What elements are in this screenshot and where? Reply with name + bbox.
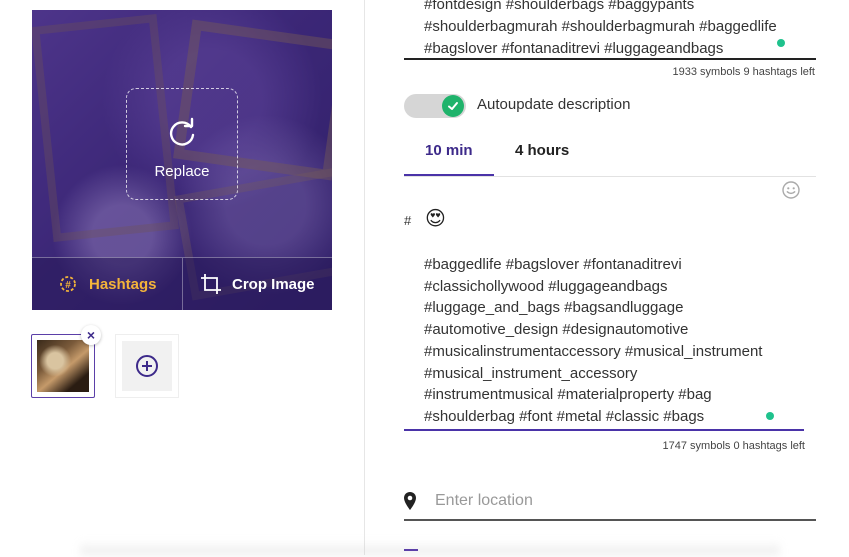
autoupdate-toggle[interactable] [404,94,466,118]
add-image-area [122,341,172,391]
post-line: #classichollywood #luggageandbags [424,277,668,295]
thumbnail-image [37,340,89,392]
emoji-picker-icon[interactable] [782,181,800,199]
post-line: #musicalinstrumentaccessory #musical_ins… [424,342,763,360]
post-line: #shoulderbag #font #metal #classic #bags [424,407,705,425]
location-pin-icon [404,492,416,510]
status-dot [766,412,774,420]
tab-10-min[interactable]: 10 min [425,142,473,159]
description-textarea[interactable]: #fontdesign #shoulderbags #baggypants #s… [424,0,804,60]
crop-icon [200,274,221,294]
hashtags-button[interactable]: # Hashtags [32,258,182,310]
remove-thumbnail-button[interactable]: × [81,325,101,345]
check-icon [448,102,458,110]
location-underline [404,519,816,521]
post-line: #automotive_design #designautomotive [424,321,689,339]
post-line: #musical_instrument_accessory [424,364,638,382]
post-line: #luggage_and_bags #bagsandluggage [424,299,684,317]
post-line: #instrumentmusical #materialproperty #ba… [424,386,712,404]
media-panel: Replace # Hashtags Crop Image × [0,0,365,555]
post-textarea[interactable]: #baggedlife #bagslover #fontanaditrevi #… [424,254,804,428]
hashtags-label: Hashtags [88,275,157,293]
image-action-bar: # Hashtags Crop Image [32,257,332,310]
replace-icon [169,117,195,146]
description-line: #bagslover #fontanaditrevi #luggageandba… [424,40,724,57]
description-line: #shoulderbagmurah #shoulderbagmurah #bag… [424,18,777,35]
replace-button[interactable]: Replace [126,88,238,200]
svg-text:#: # [65,280,71,291]
autoupdate-label: Autoupdate description [477,96,631,113]
image-preview: Replace # Hashtags Crop Image [32,10,332,310]
panel-divider [364,0,365,555]
add-image-button[interactable] [115,334,179,398]
calendar-icon [404,549,418,557]
crop-image-button[interactable]: Crop Image [181,258,333,310]
crop-image-label: Crop Image [231,275,315,293]
post-counter: 1747 symbols 0 hashtags left [662,440,805,452]
interval-tabs: 10 min 4 hours [404,134,816,177]
description-counter: 1933 symbols 9 hashtags left [672,66,815,78]
emoji-heart-eyes: 😍 [425,208,446,230]
toggle-knob [442,95,464,117]
post-underline [404,429,804,431]
description-underline [404,58,816,60]
description-line: #fontdesign #shoulderbags #baggypants [424,0,695,13]
location-input[interactable] [435,488,805,514]
hashtags-icon: # [60,276,76,292]
tab-4-hours[interactable]: 4 hours [515,142,569,159]
plus-circle-icon [136,355,158,377]
replace-label: Replace [154,163,210,180]
active-tab-indicator [404,174,494,176]
post-line: #baggedlife #bagslover #fontanaditrevi [424,256,682,273]
status-dot [777,39,785,47]
hash-symbol: # [404,213,412,228]
footer-shadow [80,540,780,555]
